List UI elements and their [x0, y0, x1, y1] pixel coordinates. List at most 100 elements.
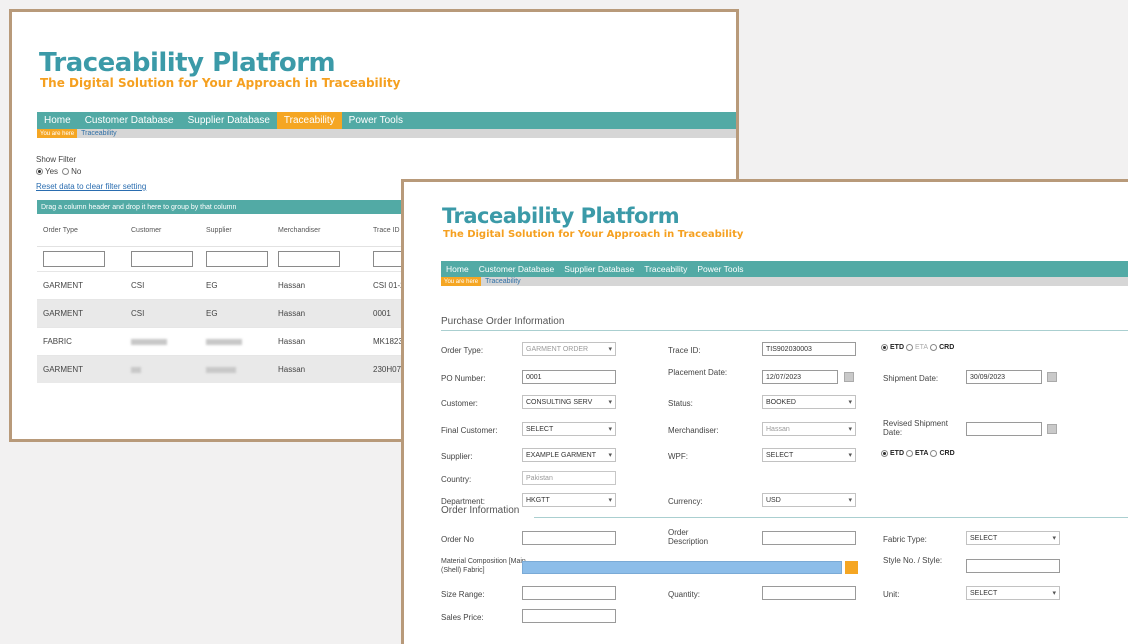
- cell-supplier: EG: [206, 309, 218, 318]
- etd-label: ETD: [890, 344, 904, 351]
- chevron-down-icon: ▾: [608, 497, 612, 504]
- date-mode-radios-2: ETD ETA CRD: [881, 450, 955, 457]
- fabric-type-value: SELECT: [970, 534, 998, 542]
- cell-supplier-redacted: [200, 338, 272, 345]
- filter-no-radio[interactable]: [62, 168, 70, 175]
- chevron-down-icon: ▾: [848, 426, 852, 433]
- fabric-type-select[interactable]: SELECT ▾: [966, 531, 1060, 545]
- department-value: HKGTT: [526, 496, 550, 504]
- eta-label: ETA: [915, 450, 929, 457]
- status-select[interactable]: BOOKED ▾: [762, 395, 856, 409]
- revised-shipment-date-input[interactable]: [966, 422, 1042, 436]
- col-order-type[interactable]: Order Type: [37, 215, 125, 246]
- nav-home[interactable]: Home: [441, 261, 474, 277]
- order-type-select[interactable]: GARMENT ORDER ▾: [522, 342, 616, 356]
- wpf-select[interactable]: SELECT ▾: [762, 448, 856, 462]
- nav-supplier-database[interactable]: Supplier Database: [559, 261, 639, 277]
- merchandiser-label: Merchandiser:: [668, 426, 719, 435]
- show-filter-label: Show Filter: [36, 155, 77, 164]
- shipment-date-input[interactable]: 30/09/2023: [966, 370, 1042, 384]
- unit-select[interactable]: SELECT ▾: [966, 586, 1060, 600]
- filter-supplier-input[interactable]: [206, 251, 268, 267]
- sales-price-input[interactable]: [522, 609, 616, 623]
- cell-order-type: GARMENT: [43, 281, 83, 290]
- add-material-button[interactable]: [845, 561, 858, 574]
- calendar-icon[interactable]: [1047, 424, 1057, 434]
- nav-traceability[interactable]: Traceability: [276, 112, 342, 129]
- filter-merchandiser-input[interactable]: [278, 251, 340, 267]
- quantity-input[interactable]: [762, 586, 856, 600]
- country-input[interactable]: Pakistan: [522, 471, 616, 485]
- size-range-input[interactable]: [522, 586, 616, 600]
- material-composition-bar[interactable]: [522, 561, 842, 574]
- etd-radio[interactable]: [881, 450, 888, 457]
- unit-label: Unit:: [883, 590, 900, 599]
- crd-label: CRD: [939, 450, 955, 457]
- reset-filter-link[interactable]: Reset data to clear filter setting: [36, 182, 146, 191]
- order-description-input[interactable]: [762, 531, 856, 545]
- etd-radio[interactable]: [881, 344, 888, 351]
- nav-power-tools[interactable]: Power Tools: [692, 261, 748, 277]
- cell-merchandiser: Hassan: [278, 309, 306, 318]
- calendar-icon[interactable]: [844, 372, 854, 382]
- trace-id-input[interactable]: TIS902030003: [762, 342, 856, 356]
- nav-customer-database[interactable]: Customer Database: [474, 261, 560, 277]
- cell-order-type: GARMENT: [43, 365, 83, 374]
- department-select[interactable]: HKGTT ▾: [522, 493, 616, 507]
- po-number-input[interactable]: 0001: [522, 370, 616, 384]
- customer-select[interactable]: CONSULTING SERV ▾: [522, 395, 616, 409]
- cell-customer: CSI: [131, 309, 145, 318]
- nav-home[interactable]: Home: [37, 112, 78, 129]
- final-customer-label: Final Customer:: [441, 426, 498, 435]
- nav-customer-database[interactable]: Customer Database: [78, 112, 181, 129]
- material-composition-label: Material Composition [Main (Shell) Fabri…: [441, 558, 526, 574]
- po-number-label: PO Number:: [441, 374, 486, 383]
- brand-subtitle: The Digital Solution for Your Approach i…: [443, 229, 744, 240]
- breadcrumb-location[interactable]: Traceability: [481, 278, 521, 285]
- currency-value: USD: [766, 496, 781, 504]
- cell-customer: CSI: [131, 281, 145, 290]
- cell-merchandiser: Hassan: [278, 337, 306, 346]
- filter-no-label: No: [71, 167, 82, 176]
- brand-subtitle: The Digital Solution for Your Approach i…: [40, 76, 401, 90]
- col-merchandiser[interactable]: Merchandiser: [272, 215, 367, 246]
- crd-radio[interactable]: [930, 450, 938, 457]
- breadcrumb-prefix: You are here: [37, 129, 78, 138]
- chevron-down-icon: ▾: [608, 399, 612, 406]
- currency-select[interactable]: USD ▾: [762, 493, 856, 507]
- supplier-select[interactable]: EXAMPLE GARMENT ▾: [522, 448, 616, 462]
- calendar-icon[interactable]: [1047, 372, 1057, 382]
- style-no-input[interactable]: [966, 559, 1060, 573]
- order-no-input[interactable]: [522, 531, 616, 545]
- filter-yes-radio[interactable]: [36, 168, 43, 175]
- breadcrumb-location[interactable]: Traceability: [77, 130, 117, 137]
- crd-radio[interactable]: [930, 344, 938, 351]
- main-nav: Home Customer Database Supplier Database…: [37, 112, 736, 129]
- main-nav: Home Customer Database Supplier Database…: [441, 261, 1128, 277]
- crd-label: CRD: [939, 344, 955, 351]
- placement-date-input[interactable]: 12/07/2023: [762, 370, 838, 384]
- breadcrumb: You are here Traceability: [441, 277, 1128, 286]
- eta-radio[interactable]: [906, 344, 913, 351]
- eta-radio[interactable]: [906, 450, 913, 457]
- trace-id-label: Trace ID:: [668, 346, 701, 355]
- nav-traceability[interactable]: Traceability: [639, 261, 692, 277]
- po-section-divider: [441, 330, 1128, 331]
- final-customer-select[interactable]: SELECT ▾: [522, 422, 616, 436]
- col-supplier[interactable]: Supplier: [200, 215, 272, 246]
- nav-power-tools[interactable]: Power Tools: [342, 112, 410, 129]
- eta-label: ETA: [915, 344, 929, 351]
- nav-supplier-database[interactable]: Supplier Database: [181, 112, 277, 129]
- supplier-label: Supplier:: [441, 452, 473, 461]
- chevron-down-icon: ▾: [848, 452, 852, 459]
- etd-label: ETD: [890, 450, 904, 457]
- filter-order-type-input[interactable]: [43, 251, 105, 267]
- merchandiser-select[interactable]: Hassan ▾: [762, 422, 856, 436]
- chevron-down-icon: ▾: [848, 497, 852, 504]
- col-customer[interactable]: Customer: [125, 215, 200, 246]
- filter-customer-input[interactable]: [131, 251, 193, 267]
- breadcrumb: You are here Traceability: [37, 129, 736, 138]
- order-section-divider: [534, 517, 1128, 518]
- wpf-label: WPF:: [668, 452, 688, 461]
- chevron-down-icon: ▾: [1052, 535, 1056, 542]
